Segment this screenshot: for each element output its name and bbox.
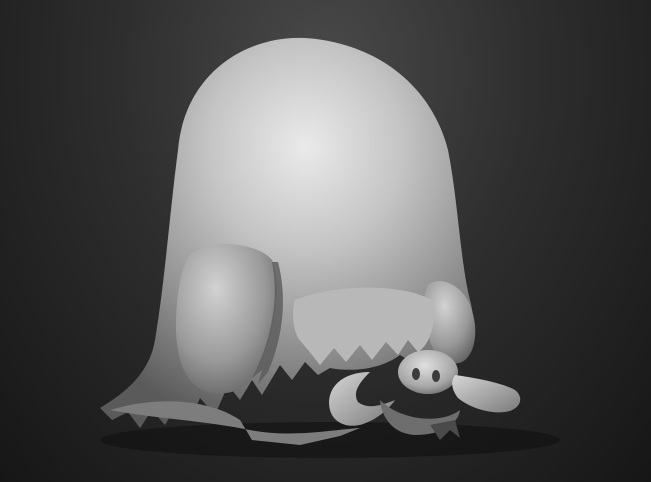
sculpt-viewport[interactable] — [0, 0, 651, 482]
right-tusk — [452, 375, 521, 413]
left-nostril — [412, 368, 420, 380]
sculpted-creature-render — [100, 37, 560, 458]
left-tusk — [329, 372, 395, 426]
snout — [398, 350, 458, 394]
right-nostril — [432, 370, 440, 382]
ground-shadow — [100, 422, 560, 458]
